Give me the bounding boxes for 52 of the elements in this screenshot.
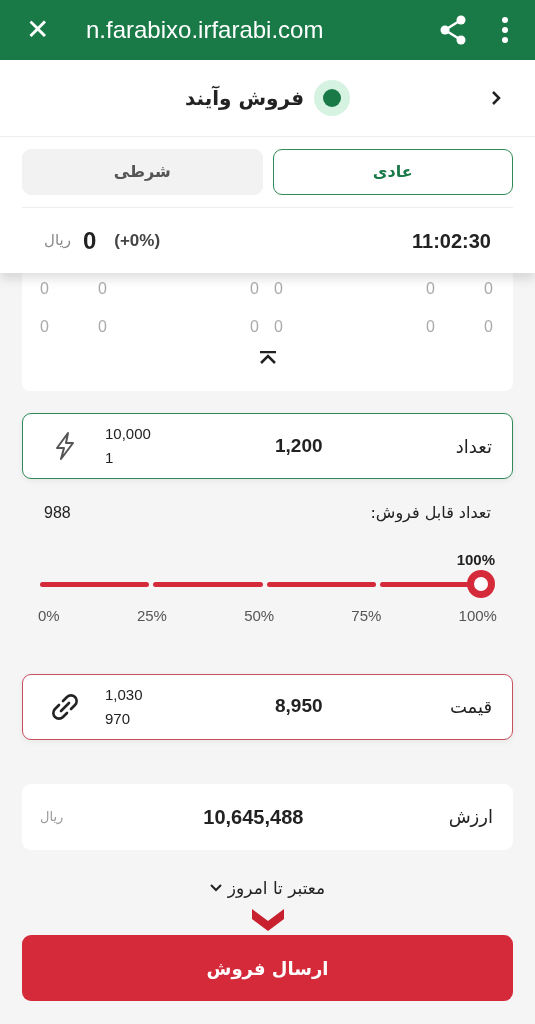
order-book-cell-text: 0 — [274, 317, 283, 337]
more-icon[interactable] — [501, 17, 509, 43]
field-value: 1,200 — [275, 433, 323, 458]
value-label: ارزش — [448, 805, 493, 829]
time-label: 11:02:30 — [412, 228, 491, 254]
chevron-right-icon[interactable] — [491, 90, 501, 106]
collapse-icon[interactable] — [258, 351, 277, 365]
tab[interactable]: عادی — [272, 149, 513, 195]
page-title: فروش وآیند — [184, 85, 304, 112]
slider-track[interactable] — [40, 569, 495, 599]
order-book-cell-text: 0 — [484, 317, 493, 337]
price-change: (+0%) — [114, 229, 161, 252]
order-book-cell-text: 0 — [98, 317, 107, 337]
validity-dropdown[interactable]: معتبر تا امروز — [209, 875, 326, 901]
available-value: 988 — [44, 503, 71, 523]
order-book-cell-text: 0 — [426, 279, 435, 299]
slider-tick-label: 25% — [136, 606, 167, 626]
last-price: 0 — [82, 225, 97, 256]
order-book-cell-text: 0 — [426, 317, 435, 337]
order-book-cell-text: 0 — [250, 317, 259, 337]
slider-reading: 100% — [456, 550, 495, 569]
chevron-down-icon — [209, 884, 222, 893]
slider-tick-label: 0% — [38, 606, 60, 626]
field-label: قیمت — [449, 695, 492, 719]
slider-thumb[interactable] — [467, 570, 495, 598]
close-button[interactable]: ✕ — [26, 16, 56, 44]
field-label: تعداد — [455, 434, 492, 459]
order-value: 10,645,488 — [203, 804, 304, 830]
order-book-cell-text: 0 — [98, 279, 107, 299]
slider-tick-label: 50% — [244, 606, 275, 626]
order-book-cell-text: 0 — [40, 317, 49, 337]
order-book-cell-text: 0 — [250, 279, 259, 299]
submit-button[interactable]: ارسال فروش — [22, 935, 513, 1001]
lightning-icon[interactable] — [54, 431, 76, 461]
min-limit: 1 — [105, 448, 115, 468]
slider-tick-label: 100% — [458, 606, 497, 626]
slider-tick-label: 75% — [351, 606, 382, 626]
max-limit: 10,000 — [105, 424, 152, 444]
order-book-cell-text: 0 — [484, 279, 493, 299]
max-limit: 1,030 — [105, 684, 144, 705]
currency-label: ریال — [40, 807, 64, 826]
available-label: تعداد قابل فروش: — [370, 502, 491, 525]
min-limit: 970 — [105, 708, 132, 729]
order-book-cell-text: 0 — [40, 279, 49, 299]
url-text: n.farabixo.irfarabi.com — [86, 15, 325, 45]
order-book-cell-text: 0 — [274, 279, 283, 299]
currency-label: ریال — [44, 230, 71, 252]
link-icon[interactable] — [50, 691, 80, 722]
tab[interactable]: شرطی — [22, 149, 263, 195]
share-icon[interactable] — [439, 15, 467, 45]
field-value: 8,950 — [275, 694, 323, 719]
chevron-down-icon — [251, 909, 284, 931]
